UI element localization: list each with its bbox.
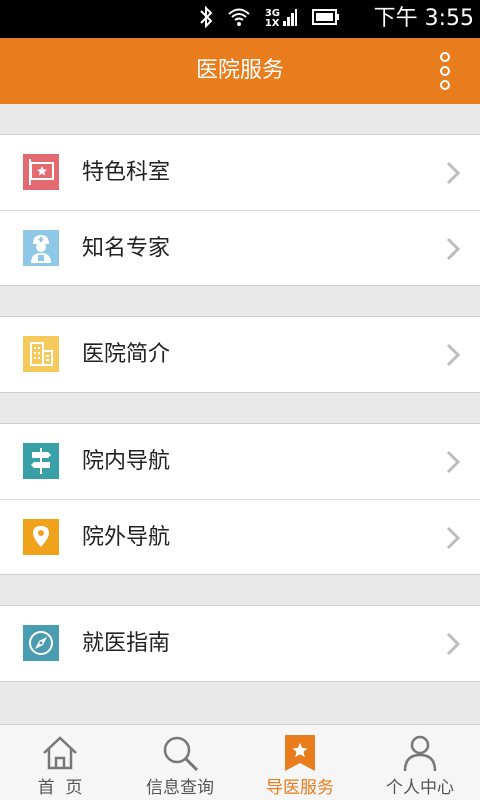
menu-group: 就医指南 [0, 605, 480, 682]
network-type-label: 3G 1X [264, 8, 280, 29]
location-pin-icon [23, 519, 59, 555]
app-header: 医院服务 [0, 38, 480, 104]
menu-group: 医院简介 [0, 316, 480, 393]
vertical-dots-icon [440, 52, 450, 62]
tab-label: 信息查询 [146, 778, 214, 798]
battery-icon [312, 8, 340, 30]
status-bar: 3G 1X 下午 3:55 [0, 0, 480, 38]
wifi-icon [227, 7, 251, 31]
chevron-right-icon [444, 161, 462, 185]
menu-item-indoor-navigation[interactable]: 院内导航 [0, 424, 480, 499]
service-list: 特色科室 知名专家 医院简介 院内导航 院外导航 就医指南 [0, 104, 480, 682]
dot [440, 80, 450, 90]
bookmark-star-icon [280, 733, 320, 773]
more-options-button[interactable] [438, 52, 452, 90]
doctor-icon [23, 230, 59, 266]
menu-group: 特色科室 知名专家 [0, 134, 480, 286]
tab-personal-center[interactable]: 个人中心 [360, 725, 480, 800]
menu-item-label: 院外导航 [82, 525, 171, 550]
menu-item-label: 院内导航 [82, 449, 171, 474]
menu-item-label: 特色科室 [82, 160, 171, 185]
chevron-right-icon [444, 237, 462, 261]
menu-item-hospital-intro[interactable]: 医院简介 [0, 317, 480, 392]
menu-item-outdoor-navigation[interactable]: 院外导航 [0, 499, 480, 574]
chevron-right-icon [444, 526, 462, 550]
dot [440, 66, 450, 76]
tab-info-query[interactable]: 信息查询 [120, 725, 240, 800]
signpost-icon [23, 443, 59, 479]
home-icon [40, 733, 80, 773]
tab-label: 个人中心 [386, 778, 454, 798]
menu-item-label: 医院简介 [82, 342, 171, 367]
chevron-right-icon [444, 632, 462, 656]
search-icon [160, 733, 200, 773]
chevron-right-icon [444, 450, 462, 474]
menu-item-special-departments[interactable]: 特色科室 [0, 135, 480, 210]
tab-label: 导医服务 [266, 778, 334, 798]
bluetooth-icon [199, 5, 213, 33]
menu-item-label: 就医指南 [82, 631, 171, 656]
page-title: 医院服务 [195, 58, 284, 83]
chevron-right-icon [444, 343, 462, 367]
department-flag-icon [23, 154, 59, 190]
bottom-nav: 首 页 信息查询 导医服务 个人中心 [0, 724, 480, 800]
person-icon [400, 733, 440, 773]
menu-item-famous-experts[interactable]: 知名专家 [0, 210, 480, 285]
status-time: 下午 3:55 [373, 6, 474, 31]
menu-group: 院内导航 院外导航 [0, 423, 480, 575]
tab-label: 首 页 [37, 778, 83, 798]
menu-item-medical-guide[interactable]: 就医指南 [0, 606, 480, 681]
tab-home[interactable]: 首 页 [0, 725, 120, 800]
compass-icon [23, 625, 59, 661]
signal-icon [282, 7, 298, 31]
menu-item-label: 知名专家 [82, 236, 171, 261]
building-icon [23, 336, 59, 372]
tab-guide-service[interactable]: 导医服务 [240, 725, 360, 800]
